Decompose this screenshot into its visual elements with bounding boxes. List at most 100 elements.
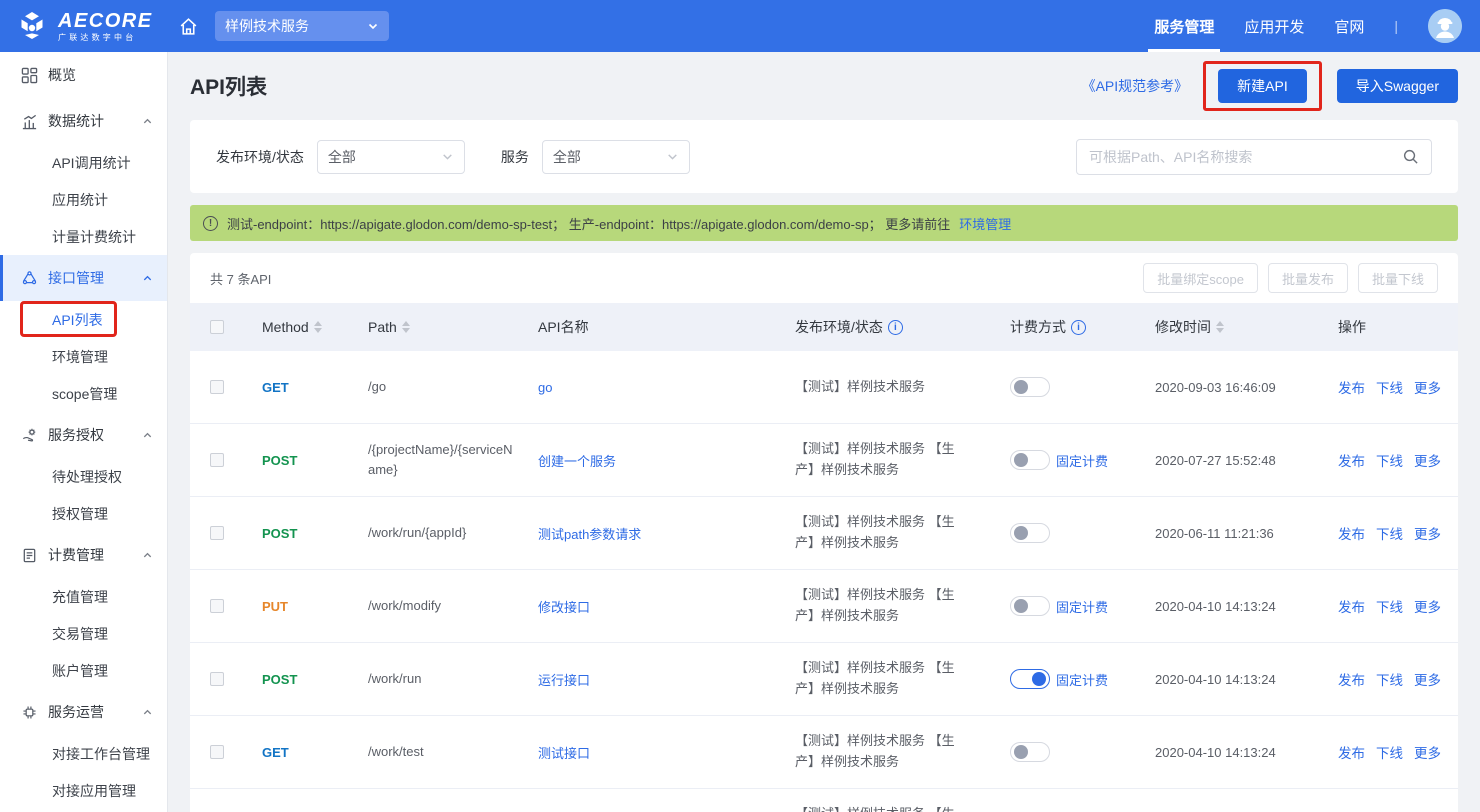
info-icon[interactable]: i [888, 320, 903, 335]
row-checkbox[interactable] [210, 599, 224, 613]
row-action-offline[interactable]: 下线 [1376, 377, 1403, 397]
new-api-button[interactable]: 新建API [1218, 69, 1307, 103]
sidebar-item-待处理授权[interactable]: 待处理授权 [0, 458, 167, 495]
sidebar-item-scope管理[interactable]: scope管理 [0, 375, 167, 412]
row-action-more[interactable]: 更多 [1414, 523, 1441, 543]
sidebar-item-充值管理[interactable]: 充值管理 [0, 578, 167, 615]
row-action-publish[interactable]: 发布 [1338, 450, 1365, 470]
api-name-link[interactable]: 运行接口 [538, 670, 590, 689]
billing-toggle[interactable] [1010, 523, 1050, 543]
api-name-link[interactable]: 创建一个服务 [538, 451, 616, 470]
row-action-more[interactable]: 更多 [1414, 596, 1441, 616]
topbar: AECORE 广联达数字中台 样例技术服务 服务管理 应用开发 官网 | [0, 0, 1480, 52]
brand-name: AECORE [58, 11, 153, 31]
chevron-up-icon[interactable] [142, 707, 153, 718]
row-checkbox[interactable] [210, 453, 224, 467]
chevron-up-icon[interactable] [142, 116, 153, 127]
chevron-up-icon[interactable] [142, 430, 153, 441]
env-filter-select[interactable]: 全部 [317, 140, 465, 174]
sidebar-item-环境管理[interactable]: 环境管理 [0, 338, 167, 375]
api-name-link[interactable]: 修改接口 [538, 597, 590, 616]
modified-time-cell: 2020-09-03 16:46:09 [1155, 380, 1338, 395]
sidebar-item-服务授权[interactable]: 服务授权 [0, 412, 167, 458]
env-status-cell: 【测试】样例技术服务 【生产】样例技术服务 [795, 439, 1010, 481]
row-action-more[interactable]: 更多 [1414, 377, 1441, 397]
billing-toggle[interactable] [1010, 742, 1050, 762]
sidebar-item-计费管理[interactable]: 计费管理 [0, 532, 167, 578]
nav-service-management[interactable]: 服务管理 [1154, 0, 1214, 52]
import-swagger-button[interactable]: 导入Swagger [1337, 69, 1458, 103]
sidebar-item-接口管理[interactable]: 接口管理 [0, 255, 167, 301]
service-filter-select[interactable]: 全部 [542, 140, 690, 174]
row-checkbox[interactable] [210, 672, 224, 686]
search-input[interactable] [1089, 149, 1402, 165]
filter-bar: 发布环境/状态 全部 服务 全部 [190, 120, 1458, 193]
sidebar-item-对接应用管理[interactable]: 对接应用管理 [0, 772, 167, 809]
path-cell: /work/modify [368, 596, 538, 616]
info-icon[interactable]: i [1071, 320, 1086, 335]
row-action-offline[interactable]: 下线 [1376, 450, 1403, 470]
sidebar-item-对接工作台管理[interactable]: 对接工作台管理 [0, 735, 167, 772]
api-name-link[interactable]: 测试path参数请求 [538, 524, 641, 543]
sidebar-item-应用统计[interactable]: 应用统计 [0, 181, 167, 218]
row-checkbox[interactable] [210, 380, 224, 394]
environment-management-link[interactable]: 环境管理 [959, 214, 1011, 233]
sort-icon[interactable] [1216, 321, 1224, 333]
row-action-publish[interactable]: 发布 [1338, 669, 1365, 689]
select-all-checkbox[interactable] [210, 320, 224, 334]
billing-toggle[interactable] [1010, 377, 1050, 397]
sidebar-item-授权管理[interactable]: 授权管理 [0, 495, 167, 532]
sort-icon[interactable] [402, 321, 410, 333]
column-path: Path [368, 319, 397, 335]
sidebar-item-服务运营[interactable]: 服务运营 [0, 689, 167, 735]
row-checkbox[interactable] [210, 745, 224, 759]
row-action-offline[interactable]: 下线 [1376, 523, 1403, 543]
billing-icon [21, 547, 38, 564]
row-action-offline[interactable]: 下线 [1376, 742, 1403, 762]
nav-official-site[interactable]: 官网 [1334, 0, 1364, 52]
row-checkbox[interactable] [210, 526, 224, 540]
sidebar-item-API调用统计[interactable]: API调用统计 [0, 144, 167, 181]
home-icon[interactable] [178, 16, 199, 37]
sidebar-item-计量计费统计[interactable]: 计量计费统计 [0, 218, 167, 255]
row-action-offline[interactable]: 下线 [1376, 669, 1403, 689]
row-action-more[interactable]: 更多 [1414, 450, 1441, 470]
billing-toggle[interactable] [1010, 596, 1050, 616]
user-avatar[interactable] [1428, 9, 1462, 43]
batch-offline-button[interactable]: 批量下线 [1358, 263, 1438, 293]
chevron-up-icon[interactable] [142, 550, 153, 561]
batch-publish-button[interactable]: 批量发布 [1268, 263, 1348, 293]
nav-app-development[interactable]: 应用开发 [1244, 0, 1304, 52]
service-selector-dropdown[interactable]: 样例技术服务 [215, 11, 389, 41]
row-action-publish[interactable]: 发布 [1338, 742, 1365, 762]
row-action-offline[interactable]: 下线 [1376, 596, 1403, 616]
sidebar-item-账户管理[interactable]: 账户管理 [0, 652, 167, 689]
sidebar-item-API列表[interactable]: API列表 [0, 301, 167, 338]
row-action-more[interactable]: 更多 [1414, 742, 1441, 762]
row-action-publish[interactable]: 发布 [1338, 377, 1365, 397]
api-spec-reference-link[interactable]: 《API规范参考》 [1082, 76, 1189, 96]
api-count: 共 7 条API [210, 269, 271, 288]
sidebar-item-label: 账户管理 [52, 661, 108, 681]
billing-toggle[interactable] [1010, 669, 1050, 689]
api-name-link[interactable]: 测试接口 [538, 743, 590, 762]
batch-bind-scope-button[interactable]: 批量绑定scope [1143, 263, 1258, 293]
table-row: POST /{projectName}/{serviceName} 创建一个服务… [190, 424, 1458, 497]
row-action-publish[interactable]: 发布 [1338, 596, 1365, 616]
sidebar-item-数据统计[interactable]: 数据统计 [0, 98, 167, 144]
sidebar-item-交易管理[interactable]: 交易管理 [0, 615, 167, 652]
row-action-publish[interactable]: 发布 [1338, 523, 1365, 543]
api-name-link[interactable]: go [538, 380, 552, 395]
page-title: API列表 [190, 71, 267, 101]
sort-icon[interactable] [314, 321, 322, 333]
sidebar-item-label: 待处理授权 [52, 467, 122, 487]
table-header: Method Path API名称 发布环境/状态 i 计费方式 i 修改时间 … [190, 303, 1458, 351]
search-icon[interactable] [1402, 148, 1419, 165]
chevron-up-icon[interactable] [142, 273, 153, 284]
sidebar-item-概览[interactable]: 概览 [0, 52, 167, 98]
column-env-status: 发布环境/状态 [795, 317, 883, 337]
path-cell: /work/test [368, 742, 538, 762]
row-action-more[interactable]: 更多 [1414, 669, 1441, 689]
env-status-cell: 【测试】样例技术服务 [795, 377, 1010, 398]
billing-toggle[interactable] [1010, 450, 1050, 470]
